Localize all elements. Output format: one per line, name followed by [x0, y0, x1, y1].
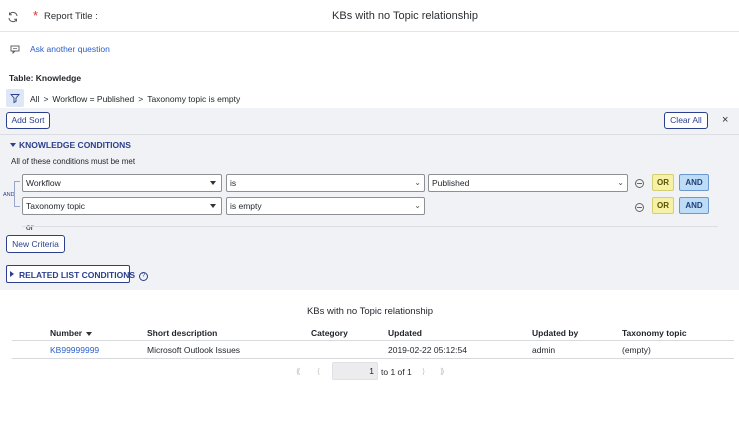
- refresh-icon[interactable]: [7, 11, 19, 23]
- column-header-updated[interactable]: Updated: [388, 328, 422, 338]
- and-button[interactable]: AND: [679, 197, 709, 214]
- page-number-input[interactable]: 1: [332, 362, 378, 380]
- condition-value-select[interactable]: Published ⌄: [428, 174, 628, 192]
- breadcrumb-item-taxonomy[interactable]: Taxonomy topic is empty: [147, 94, 240, 104]
- help-icon[interactable]: ?: [139, 272, 148, 281]
- divider: [0, 134, 739, 135]
- or-button[interactable]: OR: [652, 197, 674, 214]
- related-list-conditions-label[interactable]: RELATED LIST CONDITIONS: [19, 270, 135, 280]
- previous-page-icon[interactable]: ⟨: [317, 367, 320, 376]
- column-header-number[interactable]: Number: [50, 328, 93, 338]
- column-header-taxonomy-topic[interactable]: Taxonomy topic: [622, 328, 687, 338]
- ask-another-question-link[interactable]: Ask another question: [30, 44, 110, 54]
- chat-icon: [10, 45, 20, 54]
- or-button[interactable]: OR: [652, 174, 674, 191]
- column-header-updated-by[interactable]: Updated by: [532, 328, 578, 338]
- condition-field-value: Workflow: [26, 178, 61, 188]
- breadcrumb-separator: >: [138, 94, 144, 104]
- chevron-right-icon: [10, 271, 14, 277]
- clear-all-button[interactable]: Clear All: [664, 112, 708, 129]
- and-group-label: AND: [3, 192, 15, 198]
- cell-updated: 2019-02-22 05:12:54: [388, 345, 467, 355]
- condition-field-select[interactable]: Workflow: [22, 174, 222, 192]
- filter-icon: [10, 94, 20, 104]
- remove-condition-icon[interactable]: [635, 179, 644, 188]
- chevron-down-icon: ⌄: [617, 178, 624, 187]
- chevron-down-icon: ⌄: [414, 201, 421, 210]
- filter-toggle-button[interactable]: [6, 89, 24, 107]
- page-title: KBs with no Topic relationship: [332, 10, 478, 22]
- condition-field-select[interactable]: Taxonomy topic: [22, 197, 222, 215]
- new-criteria-button[interactable]: New Criteria: [6, 235, 65, 253]
- and-button[interactable]: AND: [679, 174, 709, 191]
- chevron-down-icon[interactable]: [10, 143, 16, 147]
- caret-down-icon: [210, 181, 216, 185]
- record-number-link[interactable]: KB99999999: [50, 345, 99, 355]
- last-page-icon[interactable]: ⟫: [440, 367, 444, 376]
- condition-value-text: Published: [432, 178, 470, 188]
- results-title: KBs with no Topic relationship: [306, 306, 434, 317]
- condition-operator-select[interactable]: is empty ⌄: [226, 197, 425, 215]
- chevron-down-icon: ⌄: [414, 178, 421, 187]
- report-title-label[interactable]: Report Title :: [44, 11, 98, 22]
- conditions-match-label: All of these conditions must be met: [11, 157, 136, 166]
- condition-operator-value: is: [230, 178, 237, 188]
- condition-field-value: Taxonomy topic: [26, 201, 86, 211]
- cell-short-description: Microsoft Outlook Issues: [147, 345, 241, 355]
- cell-updated-by: admin: [532, 345, 556, 355]
- breadcrumb-item-all[interactable]: All: [30, 94, 39, 104]
- add-sort-button[interactable]: Add Sort: [6, 112, 50, 129]
- first-page-icon[interactable]: ⟪: [296, 367, 300, 376]
- next-page-icon[interactable]: ⟩: [422, 367, 425, 376]
- required-marker: *: [33, 8, 39, 23]
- and-group-bracket: [14, 181, 20, 207]
- breadcrumb-separator: >: [43, 94, 49, 104]
- or-separator-label: or: [26, 222, 34, 232]
- cell-taxonomy-topic: (empty): [622, 345, 651, 355]
- close-icon[interactable]: ×: [722, 114, 728, 126]
- breadcrumb: All > Workflow = Published > Taxonomy topic …: [30, 94, 240, 104]
- sort-down-icon: [86, 331, 93, 336]
- divider: [22, 226, 718, 227]
- column-header-label: Number: [50, 328, 83, 338]
- divider: [12, 340, 734, 341]
- knowledge-conditions-header[interactable]: KNOWLEDGE CONDITIONS: [19, 140, 131, 150]
- column-header-short-description[interactable]: Short description: [147, 328, 217, 338]
- table-label: Table: Knowledge: [9, 73, 82, 83]
- condition-operator-value: is empty: [230, 201, 262, 211]
- column-header-category[interactable]: Category: [311, 328, 348, 338]
- breadcrumb-item-workflow[interactable]: Workflow = Published: [52, 94, 134, 104]
- remove-condition-icon[interactable]: [635, 203, 644, 212]
- divider: [12, 358, 734, 359]
- caret-down-icon: [210, 204, 216, 208]
- condition-operator-select[interactable]: is ⌄: [226, 174, 425, 192]
- page-count-label: to 1 of 1: [381, 367, 412, 377]
